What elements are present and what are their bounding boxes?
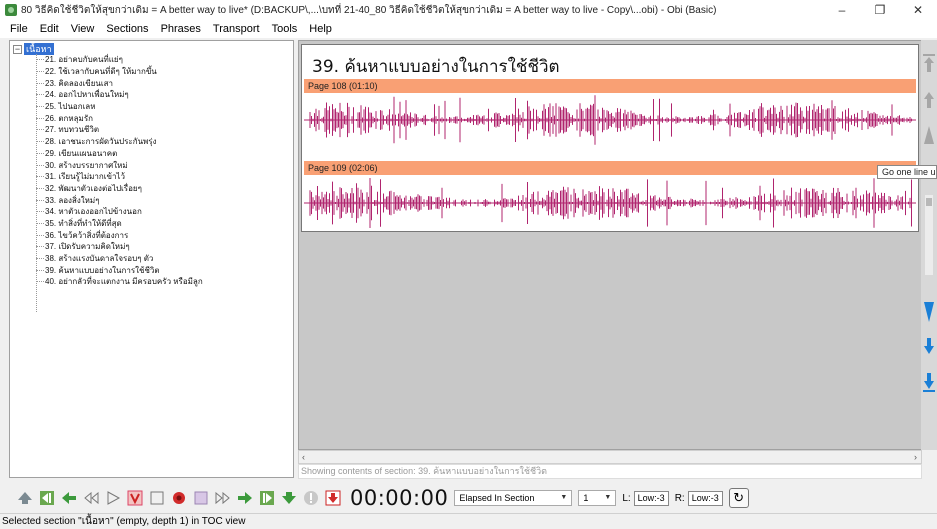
monitor-icon[interactable] (192, 489, 210, 507)
next-section-icon[interactable] (258, 489, 276, 507)
toc-item[interactable]: 30. สร้างบรรยากาศใหม่ (36, 159, 203, 171)
maximize-button[interactable]: ❐ (861, 0, 899, 20)
page-label[interactable]: Page 109 (02:06) (304, 161, 916, 175)
toc-tree-view[interactable]: − เนื้อหา 21. อย่าคบกับคนที่แย่ๆ 22. ใช้… (9, 40, 294, 478)
toc-item[interactable]: 29. เขียนแผนอนาคต (36, 148, 203, 160)
go-to-top-icon[interactable] (923, 54, 935, 72)
reset-peak-meter-icon[interactable]: ↻ (728, 488, 749, 508)
move-up-icon[interactable] (16, 489, 34, 507)
toc-item[interactable]: 40. อย่ากลัวที่จะแตกงาน มีครอบครัว หรือม… (36, 276, 203, 288)
play-icon[interactable] (104, 489, 122, 507)
go-page-down-icon[interactable] (924, 338, 934, 354)
scroll-right-icon[interactable]: › (914, 451, 917, 463)
toc-item[interactable]: 35. ทำสิ่งที่ทำให้ดีที่สุด (36, 218, 203, 230)
vertical-scrollbar[interactable] (925, 195, 933, 275)
menu-phrases[interactable]: Phrases (155, 23, 207, 35)
toc-item[interactable]: 38. สร้างแรงบันดาลใจรอบๆ ตัว (36, 253, 203, 265)
page-block[interactable]: Page 109 (02:06) (304, 161, 916, 231)
tooltip: Go one line up (877, 165, 937, 179)
menu-view[interactable]: View (65, 23, 101, 35)
toc-item[interactable]: 22. ใช้เวลากับคนที่ดีๆ ให้มากขึ้น (36, 66, 203, 78)
previous-section-icon[interactable] (38, 489, 56, 507)
chevron-down-icon: ▼ (560, 494, 568, 501)
toc-item[interactable]: 21. อย่าคบกับคนที่แย่ๆ (36, 54, 203, 66)
rewind-icon[interactable] (82, 489, 100, 507)
menu-edit[interactable]: Edit (34, 23, 65, 35)
transport-bar: 00:00:00 Elapsed In Section ▼ 1 ▼ L: Low… (0, 484, 937, 512)
mark-todo-icon[interactable] (302, 489, 320, 507)
time-display: 00:00:00 (350, 486, 449, 510)
previous-phrase-icon[interactable] (60, 489, 78, 507)
channel-select[interactable]: 1 ▼ (578, 490, 617, 506)
toc-list: 21. อย่าคบกับคนที่แย่ๆ 22. ใช้เวลากับคนท… (36, 54, 203, 288)
menu-help[interactable]: Help (303, 23, 338, 35)
section-title[interactable]: 39. ค้นหาแบบอย่างในการใช้ชีวิต (312, 53, 560, 80)
menu-file[interactable]: File (4, 23, 34, 35)
horizontal-scrollbar[interactable]: ‹ › (298, 450, 922, 464)
toc-item[interactable]: 24. ออกไปหาเพื่อนใหม่ๆ (36, 89, 203, 101)
move-down-icon[interactable] (280, 489, 298, 507)
go-line-up-icon[interactable] (924, 126, 934, 144)
go-line-down-icon[interactable] (924, 302, 934, 322)
toc-item[interactable]: 34. หาตัวเองออกไปข้างนอก (36, 206, 203, 218)
toc-item[interactable]: 25. ไปนอกเลห (36, 101, 203, 113)
fast-forward-icon[interactable] (214, 489, 232, 507)
channel-value: 1 (583, 493, 589, 503)
showing-contents-text: Showing contents of section: 39. ค้นหาแบ… (298, 464, 922, 479)
toc-item-label: 40. อย่ากลัวที่จะแตกงาน มีครอบครัว หรือม… (45, 277, 203, 287)
toc-item[interactable]: 27. ทบทวนชีวิต (36, 124, 203, 136)
toc-item[interactable]: 32. พัฒนาตัวเองต่อไปเรื่อยๆ (36, 183, 203, 195)
strip-navigation-bar (921, 40, 937, 450)
menu-tools[interactable]: Tools (266, 23, 304, 35)
toc-item[interactable]: 39. ค้นหาแบบอย่างในการใช้ชีวิต (36, 264, 203, 276)
right-level-meter: Low:-3 (687, 490, 723, 506)
left-level-meter: Low:-3 (633, 490, 669, 506)
content-view[interactable]: 39. ค้นหาแบบอย่างในการใช้ชีวิต Page 108 … (298, 40, 922, 450)
collapse-icon[interactable]: − (13, 44, 22, 54)
toc-item[interactable]: 26. ตกหลุมรัก (36, 112, 203, 124)
window-title: 80 วิธีคิดใช้ชีวิตให้สุขกว่าเดิม = A bet… (21, 4, 717, 16)
toc-item[interactable]: 33. ลองสิ่งใหม่ๆ (36, 194, 203, 206)
strip-navigation-icons (923, 54, 935, 392)
waveform[interactable] (304, 175, 916, 231)
menu-bar: File Edit View Sections Phrases Transpor… (0, 20, 937, 38)
toc-item[interactable]: 23. คิดลองเขียนเสา (36, 77, 203, 89)
scroll-left-icon[interactable]: ‹ (302, 451, 305, 463)
chevron-down-icon: ▼ (604, 494, 612, 501)
go-page-up-icon[interactable] (924, 92, 934, 108)
toc-item[interactable]: 28. เอาชนะการผัดวันประกันพรุ่ง (36, 136, 203, 148)
section-strip[interactable]: 39. ค้นหาแบบอย่างในการใช้ชีวิต Page 108 … (301, 44, 919, 232)
page-block[interactable]: Page 108 (01:10) (304, 79, 916, 147)
go-to-bottom-icon[interactable] (923, 373, 935, 392)
status-bar: Selected section "เนื้อหา" (empty, depth… (0, 513, 937, 529)
waveform[interactable] (304, 93, 916, 147)
obi-app-icon (5, 4, 17, 16)
time-mode-value: Elapsed In Section (459, 493, 535, 503)
next-phrase-icon[interactable] (236, 489, 254, 507)
record-punch-icon[interactable] (324, 489, 342, 507)
toc-item[interactable]: 37. เปิดรับความคิดใหม่ๆ (36, 241, 203, 253)
close-button[interactable]: ✕ (899, 0, 937, 20)
left-level-label: L: (622, 492, 631, 504)
record-icon[interactable] (170, 489, 188, 507)
toc-item[interactable]: 31. เรียนรู้ไม่มากเข้าไว้ (36, 171, 203, 183)
minimize-button[interactable]: – (823, 0, 861, 20)
menu-sections[interactable]: Sections (100, 23, 154, 35)
title-bar: 80 วิธีคิดใช้ชีวิตให้สุขกว่าเดิม = A bet… (0, 0, 937, 20)
right-level-label: R: (674, 492, 685, 504)
time-display-mode-select[interactable]: Elapsed In Section ▼ (454, 490, 573, 506)
pause-record-icon[interactable] (126, 489, 144, 507)
menu-transport[interactable]: Transport (207, 23, 266, 35)
stop-icon[interactable] (148, 489, 166, 507)
toc-item[interactable]: 36. ไขว้คว้าสิ่งที่ต้องการ (36, 229, 203, 241)
page-label[interactable]: Page 108 (01:10) (304, 79, 916, 93)
